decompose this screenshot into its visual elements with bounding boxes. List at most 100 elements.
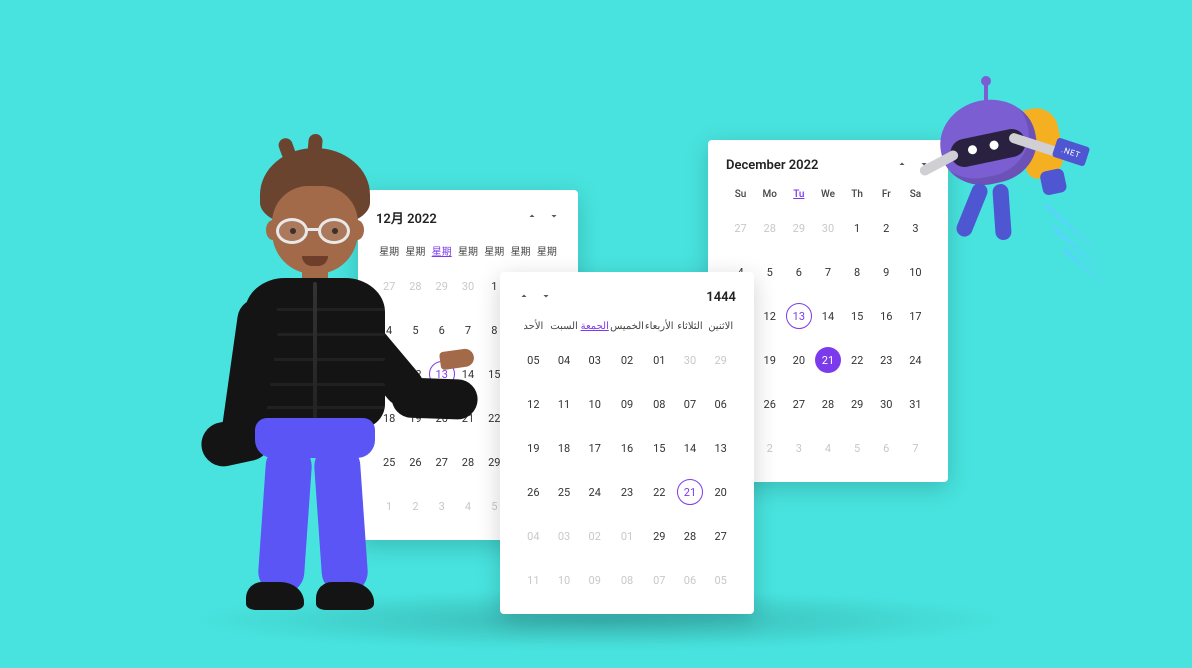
- calendar-day[interactable]: 28: [813, 382, 842, 426]
- calendar-day[interactable]: 20: [705, 470, 736, 514]
- calendar-day[interactable]: 14: [813, 294, 842, 338]
- calendar-day[interactable]: 17: [901, 294, 930, 338]
- calendar-day[interactable]: 07: [644, 558, 675, 602]
- month-title[interactable]: December 2022: [726, 158, 818, 173]
- calendar-day[interactable]: 22: [843, 338, 872, 382]
- calendar-day[interactable]: 7: [901, 426, 930, 470]
- calendar-day[interactable]: 3: [784, 426, 813, 470]
- calendar-day[interactable]: 5: [755, 250, 784, 294]
- calendar-day[interactable]: 08: [610, 558, 644, 602]
- calendar-day[interactable]: 13: [784, 294, 813, 338]
- calendar-day[interactable]: 03: [549, 514, 580, 558]
- calendar-day[interactable]: 30: [872, 382, 901, 426]
- calendar-day[interactable]: 6: [872, 426, 901, 470]
- weekday-header: Th: [843, 183, 872, 206]
- calendar-day[interactable]: 4: [455, 484, 481, 528]
- next-month-icon[interactable]: [540, 290, 552, 305]
- calendar-day[interactable]: 29: [843, 382, 872, 426]
- weekday-header: We: [813, 183, 842, 206]
- calendar-day[interactable]: 5: [843, 426, 872, 470]
- calendar-day[interactable]: 30: [813, 206, 842, 250]
- calendar-day[interactable]: 19: [518, 426, 549, 470]
- calendar-day[interactable]: 16: [872, 294, 901, 338]
- calendar-day[interactable]: 7: [455, 308, 481, 352]
- calendar-day[interactable]: 8: [843, 250, 872, 294]
- calendar-day[interactable]: 16: [610, 426, 644, 470]
- calendar-day[interactable]: 1: [843, 206, 872, 250]
- calendar-day[interactable]: 4: [813, 426, 842, 470]
- calendar-day[interactable]: 09: [610, 382, 644, 426]
- calendar-day[interactable]: 14: [675, 426, 706, 470]
- calendar-day[interactable]: 02: [610, 338, 644, 382]
- weekday-header: الأحد: [518, 315, 549, 338]
- calendar-day[interactable]: 11: [518, 558, 549, 602]
- calendar-day[interactable]: 23: [872, 338, 901, 382]
- weekday-header: Fr: [872, 183, 901, 206]
- prev-month-icon[interactable]: [526, 210, 538, 225]
- calendar-day[interactable]: 29: [705, 338, 736, 382]
- calendar-day[interactable]: 05: [705, 558, 736, 602]
- calendar-day[interactable]: 27: [784, 382, 813, 426]
- calendar-day[interactable]: 06: [705, 382, 736, 426]
- calendar-day[interactable]: 03: [579, 338, 610, 382]
- calendar-day[interactable]: 2: [755, 426, 784, 470]
- calendar-day[interactable]: 27: [705, 514, 736, 558]
- calendar-day[interactable]: 7: [813, 250, 842, 294]
- weekday-header: Mo: [755, 183, 784, 206]
- calendar-day[interactable]: 04: [549, 338, 580, 382]
- calendar-day[interactable]: 15: [843, 294, 872, 338]
- calendar-day[interactable]: 28: [755, 206, 784, 250]
- calendar-day[interactable]: 24: [579, 470, 610, 514]
- month-title[interactable]: 1444: [706, 290, 736, 305]
- calendar-day[interactable]: 29: [644, 514, 675, 558]
- calendar-day[interactable]: 17: [579, 426, 610, 470]
- calendar-day[interactable]: 27: [726, 206, 755, 250]
- calendar-day[interactable]: 10: [579, 382, 610, 426]
- calendar-day[interactable]: 21: [813, 338, 842, 382]
- calendar-day[interactable]: 30: [455, 264, 481, 308]
- calendar-day[interactable]: 31: [901, 382, 930, 426]
- calendar-day[interactable]: 28: [675, 514, 706, 558]
- weekday-header: السبت: [549, 315, 580, 338]
- calendar-day[interactable]: 02: [579, 514, 610, 558]
- weekday-header: الخميس: [610, 315, 644, 338]
- calendar-day[interactable]: 22: [644, 470, 675, 514]
- calendar-day[interactable]: 05: [518, 338, 549, 382]
- calendar-arabic: 1444 الاثنينالثلاثاءالأربعاءالخميسالجمعة…: [500, 272, 754, 614]
- calendar-day[interactable]: 10: [549, 558, 580, 602]
- calendar-day[interactable]: 15: [644, 426, 675, 470]
- calendar-day[interactable]: 07: [675, 382, 706, 426]
- weekday-header: 星期: [534, 237, 560, 264]
- calendar-day[interactable]: 01: [610, 514, 644, 558]
- calendar-day[interactable]: 11: [549, 382, 580, 426]
- calendar-day[interactable]: 12: [518, 382, 549, 426]
- calendar-day[interactable]: 20: [784, 338, 813, 382]
- calendar-day[interactable]: 9: [872, 250, 901, 294]
- calendar-grid: الاثنينالثلاثاءالأربعاءالخميسالجمعةالسبت…: [518, 315, 736, 602]
- calendar-day[interactable]: 23: [610, 470, 644, 514]
- calendar-day[interactable]: 30: [675, 338, 706, 382]
- calendar-day[interactable]: 18: [549, 426, 580, 470]
- weekday-header: 星期: [481, 237, 507, 264]
- calendar-day[interactable]: 19: [755, 338, 784, 382]
- calendar-day[interactable]: 6: [784, 250, 813, 294]
- calendar-day[interactable]: 01: [644, 338, 675, 382]
- prev-month-icon[interactable]: [518, 290, 530, 305]
- calendar-day[interactable]: 06: [675, 558, 706, 602]
- calendar-day[interactable]: 21: [675, 470, 706, 514]
- calendar-day[interactable]: 08: [644, 382, 675, 426]
- calendar-day[interactable]: 29: [784, 206, 813, 250]
- calendar-day[interactable]: 24: [901, 338, 930, 382]
- calendar-day[interactable]: 26: [518, 470, 549, 514]
- calendar-day[interactable]: 04: [518, 514, 549, 558]
- calendar-day[interactable]: 2: [872, 206, 901, 250]
- weekday-header: Tu: [784, 183, 813, 206]
- calendar-day[interactable]: 25: [549, 470, 580, 514]
- calendar-day[interactable]: 26: [755, 382, 784, 426]
- calendar-day[interactable]: 12: [755, 294, 784, 338]
- calendar-day[interactable]: 28: [455, 440, 481, 484]
- next-month-icon[interactable]: [548, 210, 560, 225]
- calendar-day[interactable]: 13: [705, 426, 736, 470]
- weekday-header: الثلاثاء: [675, 315, 706, 338]
- calendar-day[interactable]: 09: [579, 558, 610, 602]
